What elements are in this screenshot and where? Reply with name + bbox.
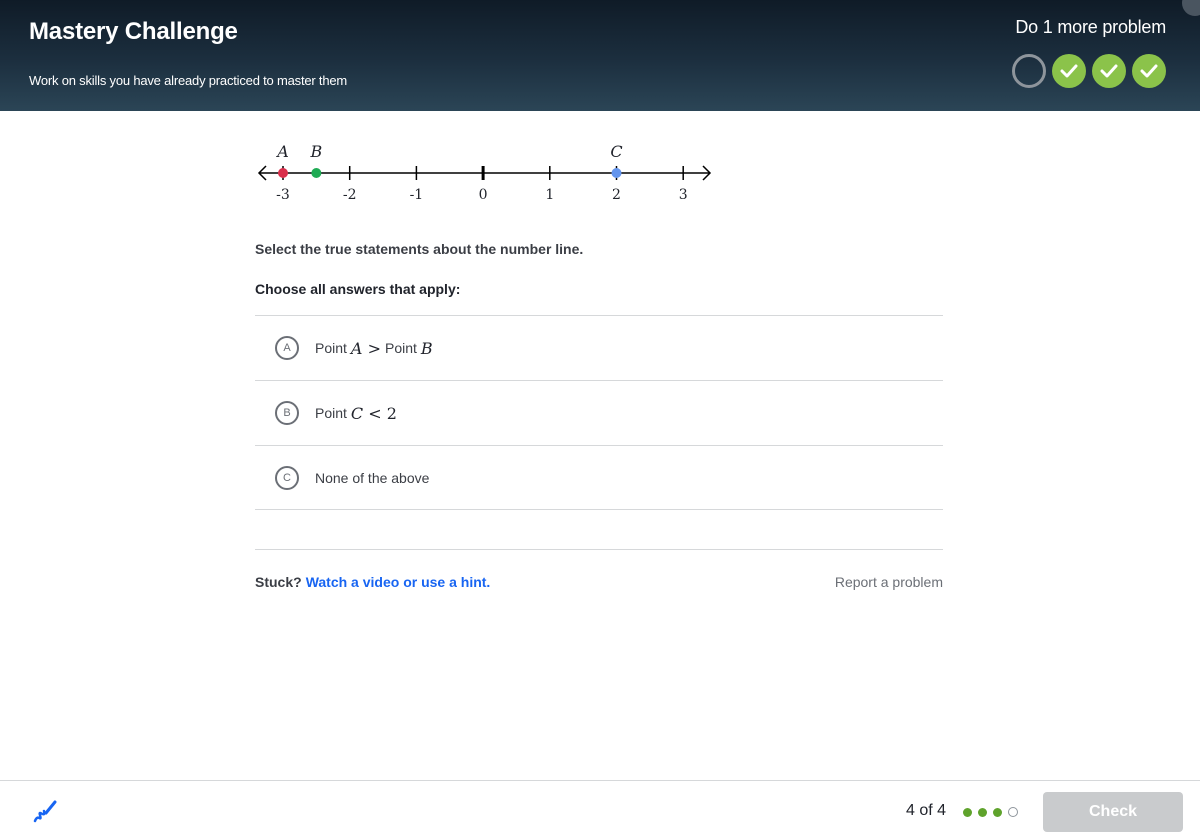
tick-label: -2 <box>343 187 357 203</box>
progress-dot-done <box>963 807 972 817</box>
stuck-label: Stuck? <box>255 574 302 590</box>
tick-label: 0 <box>479 187 488 203</box>
choice-text: None of the above <box>315 469 430 486</box>
choice-letter: C <box>275 465 299 490</box>
help-area: Stuck? Watch a video or use a hint. <box>255 574 490 590</box>
footer-bar: 4 of 4 Check <box>0 780 1200 837</box>
page-title: Mastery Challenge <box>29 18 238 45</box>
check-button[interactable]: Check <box>1043 792 1183 832</box>
choice-b[interactable]: B Point C < 2 <box>255 380 943 445</box>
choice-text: Point A > Point B <box>315 339 433 358</box>
point-c <box>611 168 622 178</box>
choice-c[interactable]: C None of the above <box>255 445 943 510</box>
checkmark-icon <box>1100 64 1118 78</box>
choice-word: Point <box>384 340 417 356</box>
math-var: B <box>420 338 433 358</box>
math-expression: A > <box>351 339 381 358</box>
question-prompt: Select the true statements about the num… <box>255 241 584 257</box>
progress-circle-done <box>1132 54 1166 88</box>
math-op: < <box>368 403 382 423</box>
choice-letter: A <box>275 336 299 360</box>
progress-dot-done <box>993 807 1002 817</box>
math-expression: B <box>421 339 433 358</box>
point-b <box>311 168 322 178</box>
number-line: -3 -2 -1 0 1 2 3 A B C <box>257 142 712 203</box>
choice-word: Point <box>315 405 347 421</box>
choice-word: Point <box>315 340 347 356</box>
tick-label: 3 <box>679 187 688 203</box>
math-var: C <box>350 403 364 423</box>
remaining-status: Do 1 more problem <box>1015 17 1166 37</box>
point-label: B <box>309 142 322 161</box>
challenge-header: Mastery Challenge Work on skills you hav… <box>0 0 1200 111</box>
problem-dots <box>963 807 1018 817</box>
corner-button[interactable] <box>1182 0 1200 16</box>
progress-dot-done <box>978 807 987 817</box>
math-number: 2 <box>386 403 397 423</box>
progress-circle-empty <box>1012 54 1046 88</box>
question-instruction: Choose all answers that apply: <box>255 281 461 297</box>
scratchpad-icon[interactable] <box>32 799 58 825</box>
checkmark-icon <box>1060 64 1078 78</box>
math-op: > <box>367 338 381 358</box>
progress-circle-done <box>1092 54 1126 88</box>
section-divider <box>255 549 943 550</box>
tick-label: -3 <box>276 187 290 203</box>
page-subtitle: Work on skills you have already practice… <box>29 73 348 88</box>
tick-label: 2 <box>612 187 621 203</box>
choice-letter: B <box>275 401 299 425</box>
progress-circle-done <box>1052 54 1086 88</box>
choice-a[interactable]: A Point A > Point B <box>255 315 943 380</box>
progress-dot-current <box>1008 807 1018 817</box>
tick-label: -1 <box>410 187 424 203</box>
choice-text: Point C < 2 <box>315 404 397 423</box>
point-a <box>278 168 288 178</box>
answer-choices: A Point A > Point B B Point C < 2 C None… <box>255 315 943 510</box>
math-var: A <box>350 338 363 358</box>
tick-label: 1 <box>545 187 554 203</box>
point-label: C <box>610 142 622 161</box>
math-expression: C < 2 <box>351 404 397 423</box>
point-label: A <box>275 142 289 161</box>
hint-link[interactable]: Watch a video or use a hint. <box>306 574 491 590</box>
problem-counter: 4 of 4 <box>906 802 947 819</box>
checkmark-icon <box>1140 64 1158 78</box>
mastery-progress <box>1012 54 1166 88</box>
report-problem-link[interactable]: Report a problem <box>835 574 943 590</box>
